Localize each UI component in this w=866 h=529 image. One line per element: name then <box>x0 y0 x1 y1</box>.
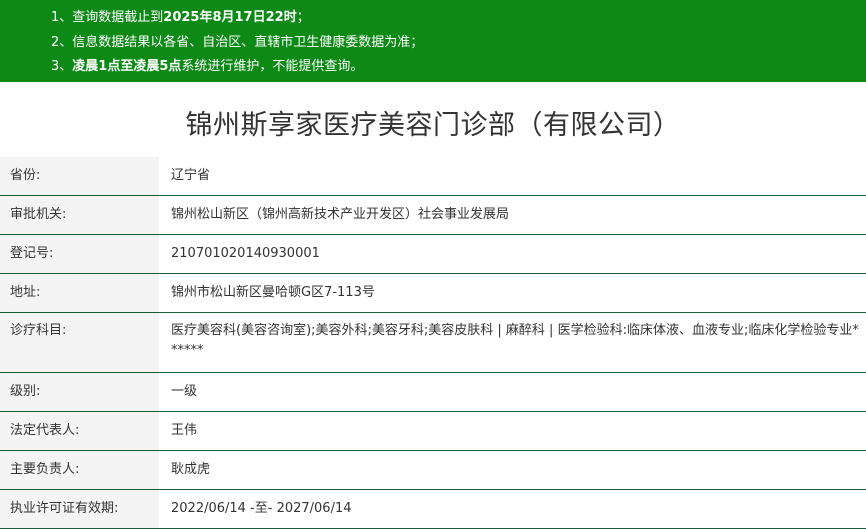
field-value: 一级 <box>171 384 198 399</box>
field-value: 耿成虎 <box>171 462 211 477</box>
field-label: 执业许可证有效期: <box>0 490 159 528</box>
field-value: 锦州市松山新区曼哈顿G区7-113号 <box>171 285 375 300</box>
info-row-principal: 主要负责人: 耿成虎 <box>0 451 866 490</box>
notice-text: ； <box>296 10 310 25</box>
notice-banner: 1、查询数据截止到2025年8月17日22时； 2、信息数据结果以各省、自治区、… <box>0 0 866 82</box>
info-row-registration-number: 登记号: 210701020140930001 <box>0 235 866 274</box>
info-row-level: 级别: 一级 <box>0 373 866 412</box>
notice-text: 1、查询数据截止到 <box>51 10 164 25</box>
notice-line-1: 1、查询数据截止到2025年8月17日22时； <box>0 6 866 31</box>
field-label: 主要负责人: <box>0 451 159 489</box>
field-label: 法定代表人: <box>0 412 159 450</box>
page-title: 锦州斯享家医疗美容门诊部（有限公司） <box>185 110 681 141</box>
info-row-license-validity: 执业许可证有效期: 2022/06/14 -至- 2027/06/14 <box>0 490 866 529</box>
notice-bold-text: 凌晨1点至凌晨5点 <box>72 59 182 74</box>
notice-text: 3、 <box>51 59 73 74</box>
info-row-legal-representative: 法定代表人: 王伟 <box>0 412 866 451</box>
info-row-address: 地址: 锦州市松山新区曼哈顿G区7-113号 <box>0 274 866 313</box>
field-value: 辽宁省 <box>171 168 211 183</box>
notice-bold-text: 2025年8月17日22时 <box>163 10 297 25</box>
info-row-departments: 诊疗科目: 医疗美容科(美容咨询室);美容外科;美容牙科;美容皮肤科 | 麻醉科… <box>0 313 866 373</box>
field-label: 级别: <box>0 373 159 411</box>
field-value: 王伟 <box>171 423 198 438</box>
notice-text: 2、信息数据结果以各省、自治区、直辖市卫生健康委数据为准； <box>51 34 424 50</box>
field-label: 登记号: <box>0 235 159 273</box>
field-label: 省份: <box>0 157 159 195</box>
info-row-approval-authority: 审批机关: 锦州松山新区（锦州高新技术产业开发区）社会事业发展局 <box>0 196 866 235</box>
notice-line-3: 3、凌晨1点至凌晨5点系统进行维护，不能提供查询。 <box>0 55 866 80</box>
info-row-province: 省份: 辽宁省 <box>0 157 866 196</box>
field-label: 诊疗科目: <box>0 313 159 372</box>
info-table: 省份: 辽宁省 审批机关: 锦州松山新区（锦州高新技术产业开发区）社会事业发展局… <box>0 157 866 529</box>
field-value: 锦州松山新区（锦州高新技术产业开发区）社会事业发展局 <box>171 207 510 222</box>
field-label: 审批机关: <box>0 196 159 234</box>
field-label: 地址: <box>0 274 159 312</box>
notice-line-2: 2、信息数据结果以各省、自治区、直辖市卫生健康委数据为准； <box>0 31 866 56</box>
field-value: 210701020140930001 <box>171 246 320 261</box>
notice-text: 系统进行维护，不能提供查询。 <box>181 59 364 74</box>
field-value: 医疗美容科(美容咨询室);美容外科;美容牙科;美容皮肤科 | 麻醉科 | 医学检… <box>171 323 859 358</box>
field-value: 2022/06/14 -至- 2027/06/14 <box>171 501 352 516</box>
